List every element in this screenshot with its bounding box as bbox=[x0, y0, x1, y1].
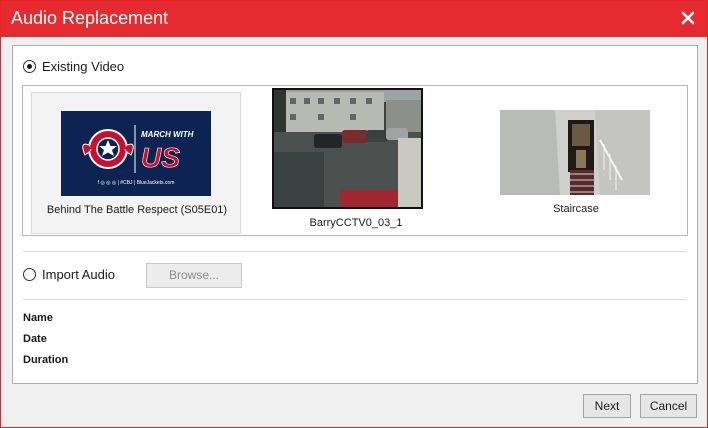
cbj-banner-image: MARCH WITH US f ◎ ◎ ◎ | #CBJ | BlueJacke… bbox=[61, 111, 211, 196]
existing-video-label: Existing Video bbox=[42, 59, 125, 74]
import-audio-label: Import Audio bbox=[42, 267, 115, 282]
video-list: MARCH WITH US f ◎ ◎ ◎ | #CBJ | BlueJacke… bbox=[22, 85, 688, 236]
video-item-barry-cctv[interactable]: BarryCCTV0_03_1 bbox=[251, 88, 461, 234]
browse-button[interactable]: Browse... bbox=[146, 263, 242, 288]
banner-headline-top: MARCH WITH bbox=[141, 130, 194, 139]
dialog-title: Audio Replacement bbox=[11, 8, 169, 28]
close-icon[interactable] bbox=[677, 7, 699, 29]
import-audio-option[interactable]: Import Audio bbox=[23, 267, 115, 282]
next-button[interactable]: Next bbox=[583, 394, 631, 418]
separator bbox=[23, 251, 687, 252]
video-item-behind-the-battle[interactable]: MARCH WITH US f ◎ ◎ ◎ | #CBJ | BlueJacke… bbox=[31, 92, 241, 234]
video-label: Staircase bbox=[553, 203, 599, 215]
existing-video-option[interactable]: Existing Video bbox=[23, 59, 124, 74]
title-bar: Audio Replacement bbox=[1, 1, 707, 37]
staircase-image bbox=[500, 110, 650, 195]
video-label: Behind The Battle Respect (S05E01) bbox=[46, 204, 228, 216]
import-audio-radio[interactable] bbox=[23, 268, 36, 281]
existing-video-radio[interactable] bbox=[23, 60, 36, 73]
content-panel: Existing Video MARCH WITH US f ◎ ◎ ◎ | #… bbox=[12, 45, 698, 384]
duration-label: Duration bbox=[23, 354, 69, 366]
separator bbox=[23, 299, 687, 300]
cancel-button[interactable]: Cancel bbox=[640, 394, 697, 418]
cctv-parking-image bbox=[274, 90, 421, 207]
video-item-staircase[interactable]: Staircase bbox=[471, 92, 681, 234]
video-thumbnail bbox=[500, 110, 650, 195]
date-label: Date bbox=[23, 333, 47, 345]
name-label: Name bbox=[23, 312, 53, 324]
video-label: BarryCCTV0_03_1 bbox=[309, 217, 403, 229]
video-thumbnail: MARCH WITH US f ◎ ◎ ◎ | #CBJ | BlueJacke… bbox=[61, 111, 211, 196]
banner-headline-main: US bbox=[141, 142, 180, 173]
video-thumbnail bbox=[272, 88, 423, 209]
banner-footer: f ◎ ◎ ◎ | #CBJ | BlueJackets.com bbox=[98, 180, 175, 186]
audio-replacement-dialog: Audio Replacement Existing Video MARCH W… bbox=[0, 0, 708, 428]
